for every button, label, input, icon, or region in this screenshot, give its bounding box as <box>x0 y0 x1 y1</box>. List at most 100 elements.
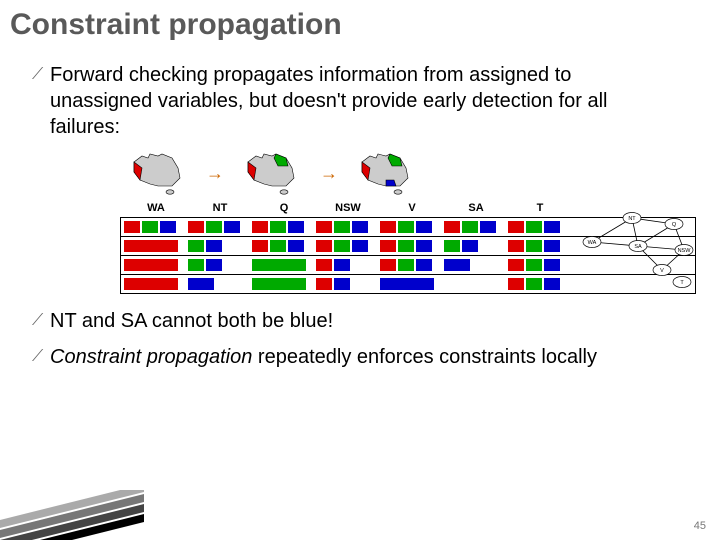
table-cell <box>441 275 505 293</box>
table-cell <box>441 237 505 255</box>
color-swatch <box>526 240 542 252</box>
table-cell <box>505 275 569 293</box>
color-swatch <box>252 259 306 271</box>
color-swatch <box>334 221 350 233</box>
table-header-cell: V <box>380 202 444 214</box>
table-cell <box>377 256 441 274</box>
table-cell <box>249 218 313 236</box>
bullet-3-em: Constraint propagation <box>50 346 252 368</box>
table-cell <box>441 256 505 274</box>
table-cell <box>441 218 505 236</box>
color-swatch <box>188 221 204 233</box>
table-cell <box>185 218 249 236</box>
svg-text:Q: Q <box>672 222 677 228</box>
slide-title: Constraint propagation <box>0 0 720 48</box>
table-cell <box>249 256 313 274</box>
bullet-mark: ⟋ <box>32 344 50 370</box>
decorative-stripes <box>0 490 144 540</box>
table-cell <box>121 237 185 255</box>
table-cell <box>505 237 569 255</box>
color-swatch <box>206 240 222 252</box>
figure-maps: → → <box>32 150 696 196</box>
table-cell <box>185 237 249 255</box>
color-swatch <box>124 278 178 290</box>
constraint-graph: NTQWASANSWVT <box>582 210 702 293</box>
bullet-3: ⟋ Constraint propagation repeatedly enfo… <box>32 344 696 370</box>
color-swatch <box>398 259 414 271</box>
color-swatch <box>416 240 432 252</box>
color-swatch <box>224 221 240 233</box>
table-cell <box>377 237 441 255</box>
australia-maps-row: → → <box>128 150 416 196</box>
color-swatch <box>288 221 304 233</box>
table-cell <box>505 218 569 236</box>
australia-map-3 <box>356 150 416 196</box>
color-swatch <box>462 221 478 233</box>
table-cell <box>377 218 441 236</box>
color-swatch <box>188 259 204 271</box>
bullet-1: ⟋ Forward checking propagates informatio… <box>32 62 696 140</box>
page-number: 45 <box>694 520 706 532</box>
color-swatch <box>334 240 350 252</box>
bullet-2-text: NT and SA cannot both be blue! <box>50 308 333 334</box>
color-swatch <box>188 278 214 290</box>
table-header-cell: NT <box>188 202 252 214</box>
arrow-icon: → <box>320 163 338 184</box>
australia-map-1 <box>128 150 188 196</box>
bullet-3-text: Constraint propagation repeatedly enforc… <box>50 344 597 370</box>
color-swatch <box>316 259 332 271</box>
table-cell <box>185 256 249 274</box>
color-swatch <box>508 240 524 252</box>
color-swatch <box>206 259 222 271</box>
table-cell <box>185 275 249 293</box>
color-swatch <box>398 221 414 233</box>
color-swatch <box>334 278 350 290</box>
color-swatch <box>508 221 524 233</box>
table-cell <box>313 256 377 274</box>
color-swatch <box>416 259 432 271</box>
table-cell <box>313 218 377 236</box>
table-cell <box>313 275 377 293</box>
color-swatch <box>444 221 460 233</box>
color-swatch <box>252 240 268 252</box>
table-header-cell: Q <box>252 202 316 214</box>
color-swatch <box>124 259 178 271</box>
bullet-2: ⟋ NT and SA cannot both be blue! <box>32 308 696 334</box>
color-swatch <box>252 278 306 290</box>
color-swatch <box>508 278 524 290</box>
color-swatch <box>416 221 432 233</box>
color-swatch <box>526 259 542 271</box>
table-cell <box>121 256 185 274</box>
color-swatch <box>544 259 560 271</box>
color-swatch <box>160 221 176 233</box>
color-swatch <box>544 221 560 233</box>
color-swatch <box>316 221 332 233</box>
color-swatch <box>526 278 542 290</box>
table-cell <box>249 275 313 293</box>
svg-text:WA: WA <box>588 240 597 246</box>
color-swatch <box>444 259 470 271</box>
color-swatch <box>352 221 368 233</box>
color-swatch <box>398 240 414 252</box>
bullet-mark: ⟋ <box>32 62 50 140</box>
table-header-cell: NSW <box>316 202 380 214</box>
color-swatch <box>508 259 524 271</box>
bullet-mark: ⟋ <box>32 308 50 334</box>
svg-text:V: V <box>660 268 664 274</box>
table-header-cell: SA <box>444 202 508 214</box>
color-swatch <box>544 240 560 252</box>
table-header-cell: WA <box>124 202 188 214</box>
color-swatch <box>526 221 542 233</box>
color-swatch <box>380 259 396 271</box>
color-swatch <box>444 240 460 252</box>
color-swatch <box>142 221 158 233</box>
color-swatch <box>352 240 368 252</box>
svg-text:NT: NT <box>628 216 636 222</box>
color-swatch <box>380 240 396 252</box>
color-swatch <box>270 221 286 233</box>
color-swatch <box>380 221 396 233</box>
bullet-1-text: Forward checking propagates information … <box>50 62 650 140</box>
bullet-3-rest: repeatedly enforces constraints locally <box>252 346 597 368</box>
color-swatch <box>188 240 204 252</box>
table-cell <box>121 275 185 293</box>
